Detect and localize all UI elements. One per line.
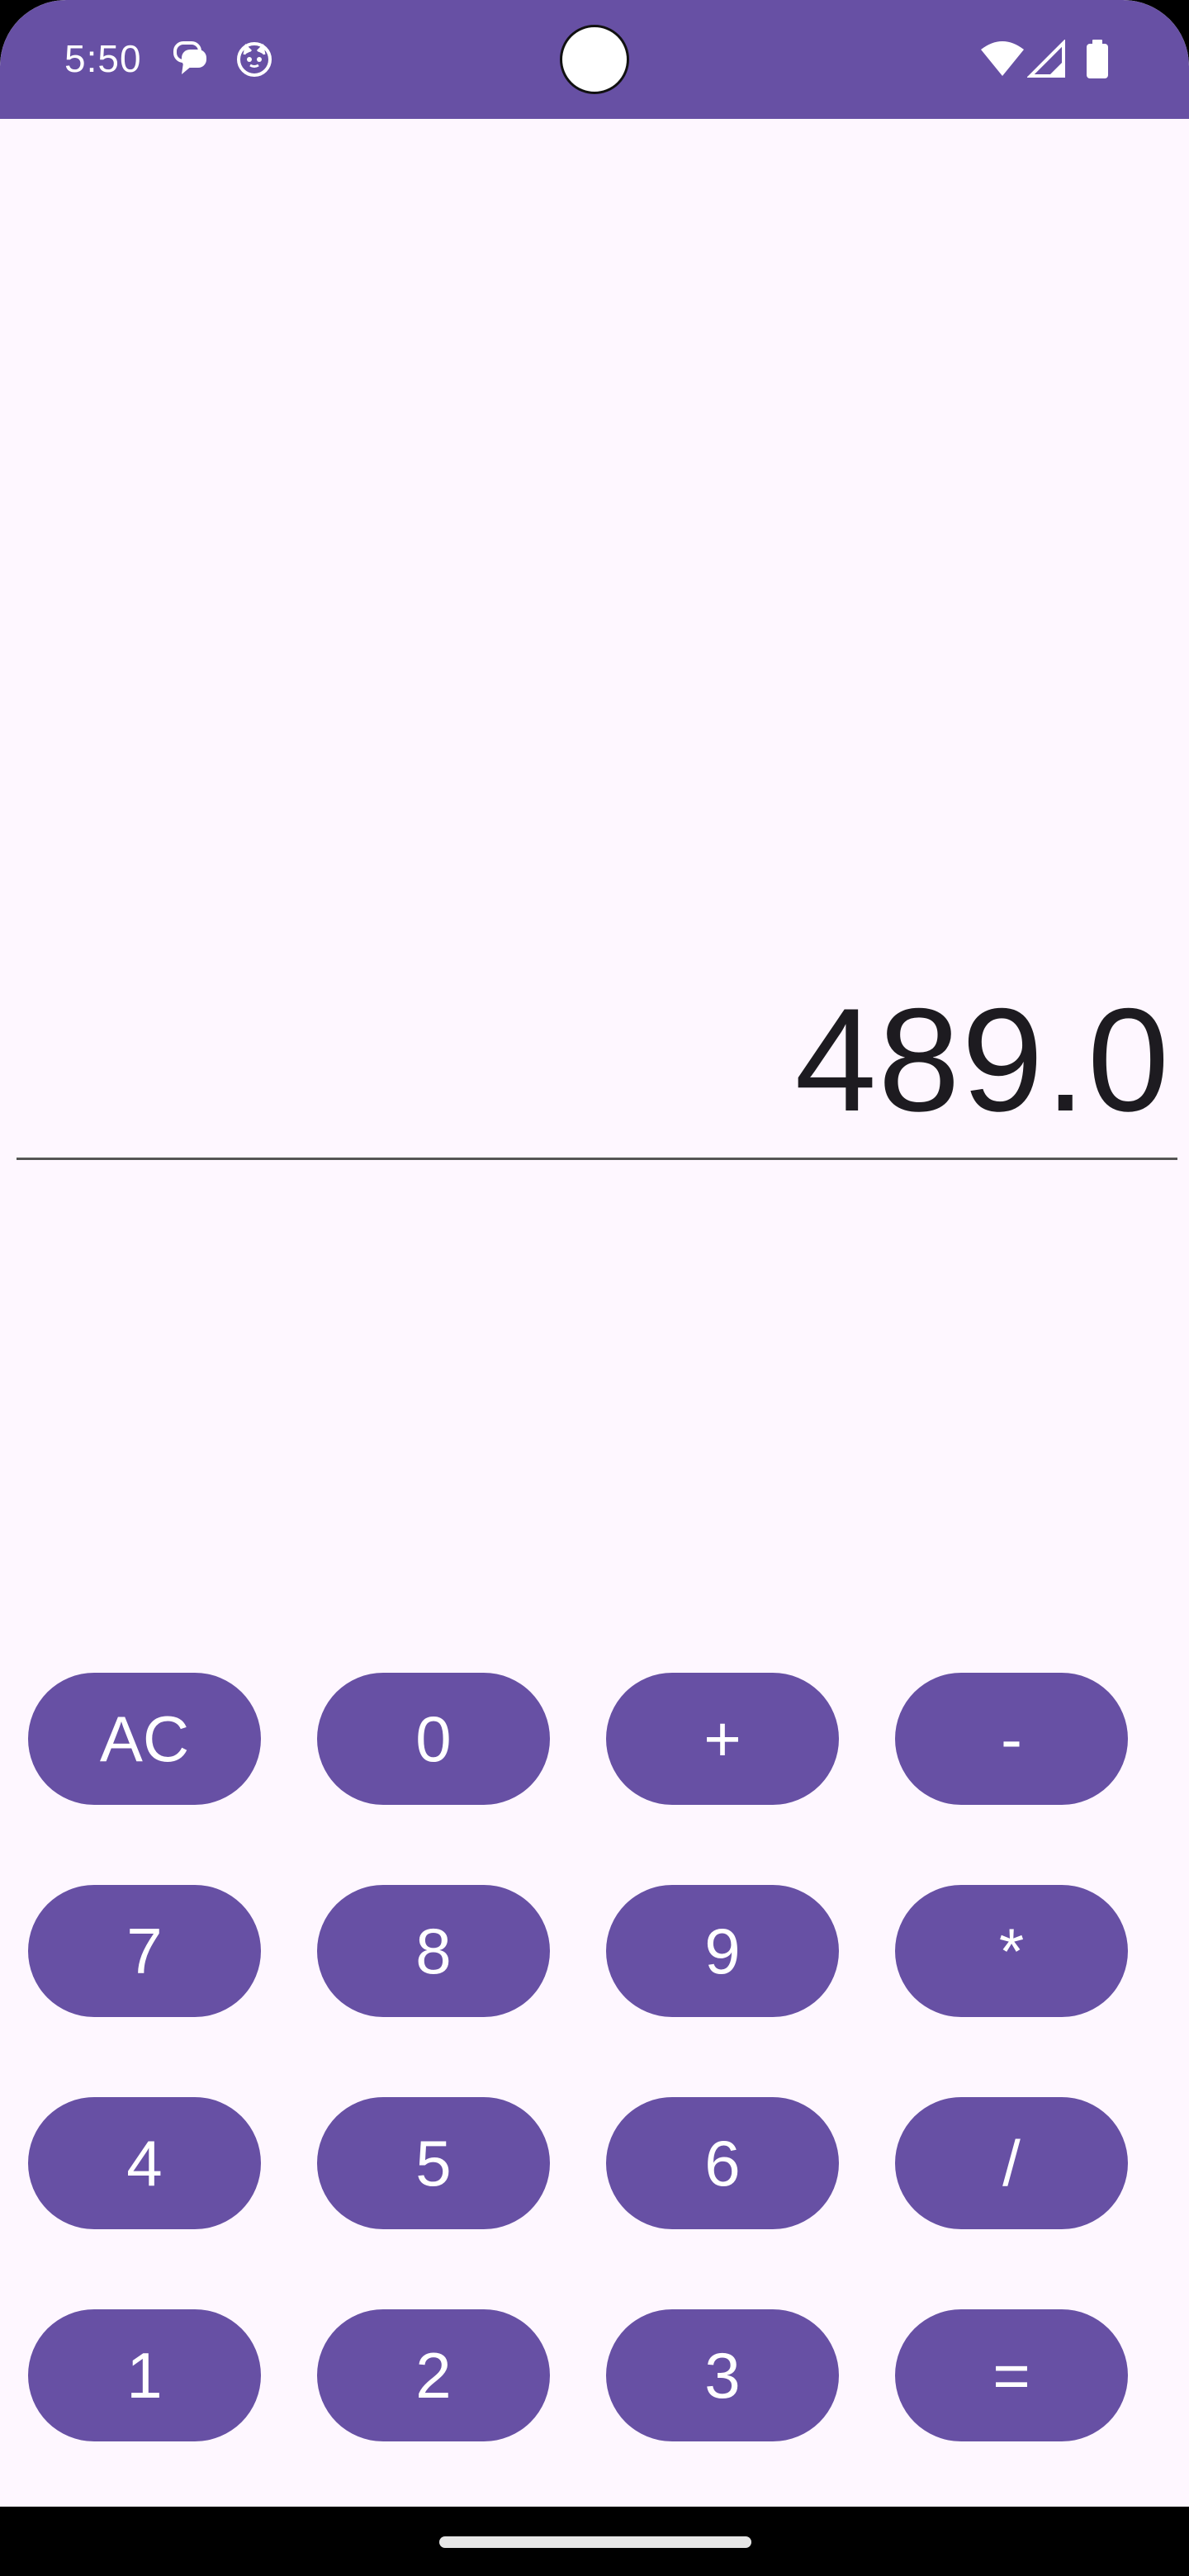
cellular-signal-icon: [1026, 39, 1067, 83]
digit-7-button[interactable]: 7: [28, 1885, 261, 2017]
digit-0-button[interactable]: 0: [317, 1673, 550, 1805]
home-gesture-handle[interactable]: [439, 2536, 751, 2548]
subtract-button[interactable]: -: [895, 1673, 1128, 1805]
digit-1-button[interactable]: 1: [28, 2309, 261, 2441]
navigation-bar: [0, 2507, 1189, 2576]
multiply-button[interactable]: *: [895, 1885, 1128, 2017]
digit-4-button[interactable]: 4: [28, 2097, 261, 2229]
app-screen: 5:50 489.0 AC 0 + - 7 8 9 * 4 5 6 / 1 2 …: [0, 0, 1189, 2576]
display-divider: [17, 1158, 1177, 1160]
digit-3-button[interactable]: 3: [606, 2309, 839, 2441]
digit-5-button[interactable]: 5: [317, 2097, 550, 2229]
divide-button[interactable]: /: [895, 2097, 1128, 2229]
clear-button[interactable]: AC: [28, 1673, 261, 1805]
result-display: 489.0: [794, 978, 1171, 1142]
cat-face-icon: [234, 38, 274, 82]
battery-icon: [1085, 40, 1110, 83]
digit-2-button[interactable]: 2: [317, 2309, 550, 2441]
wifi-icon: [979, 40, 1026, 83]
status-time: 5:50: [64, 37, 142, 80]
status-bar: 5:50: [0, 0, 1189, 119]
camera-cutout: [560, 25, 629, 94]
add-button[interactable]: +: [606, 1673, 839, 1805]
digit-6-button[interactable]: 6: [606, 2097, 839, 2229]
equals-button[interactable]: =: [895, 2309, 1128, 2441]
message-icon: [170, 38, 210, 82]
digit-8-button[interactable]: 8: [317, 1885, 550, 2017]
digit-9-button[interactable]: 9: [606, 1885, 839, 2017]
